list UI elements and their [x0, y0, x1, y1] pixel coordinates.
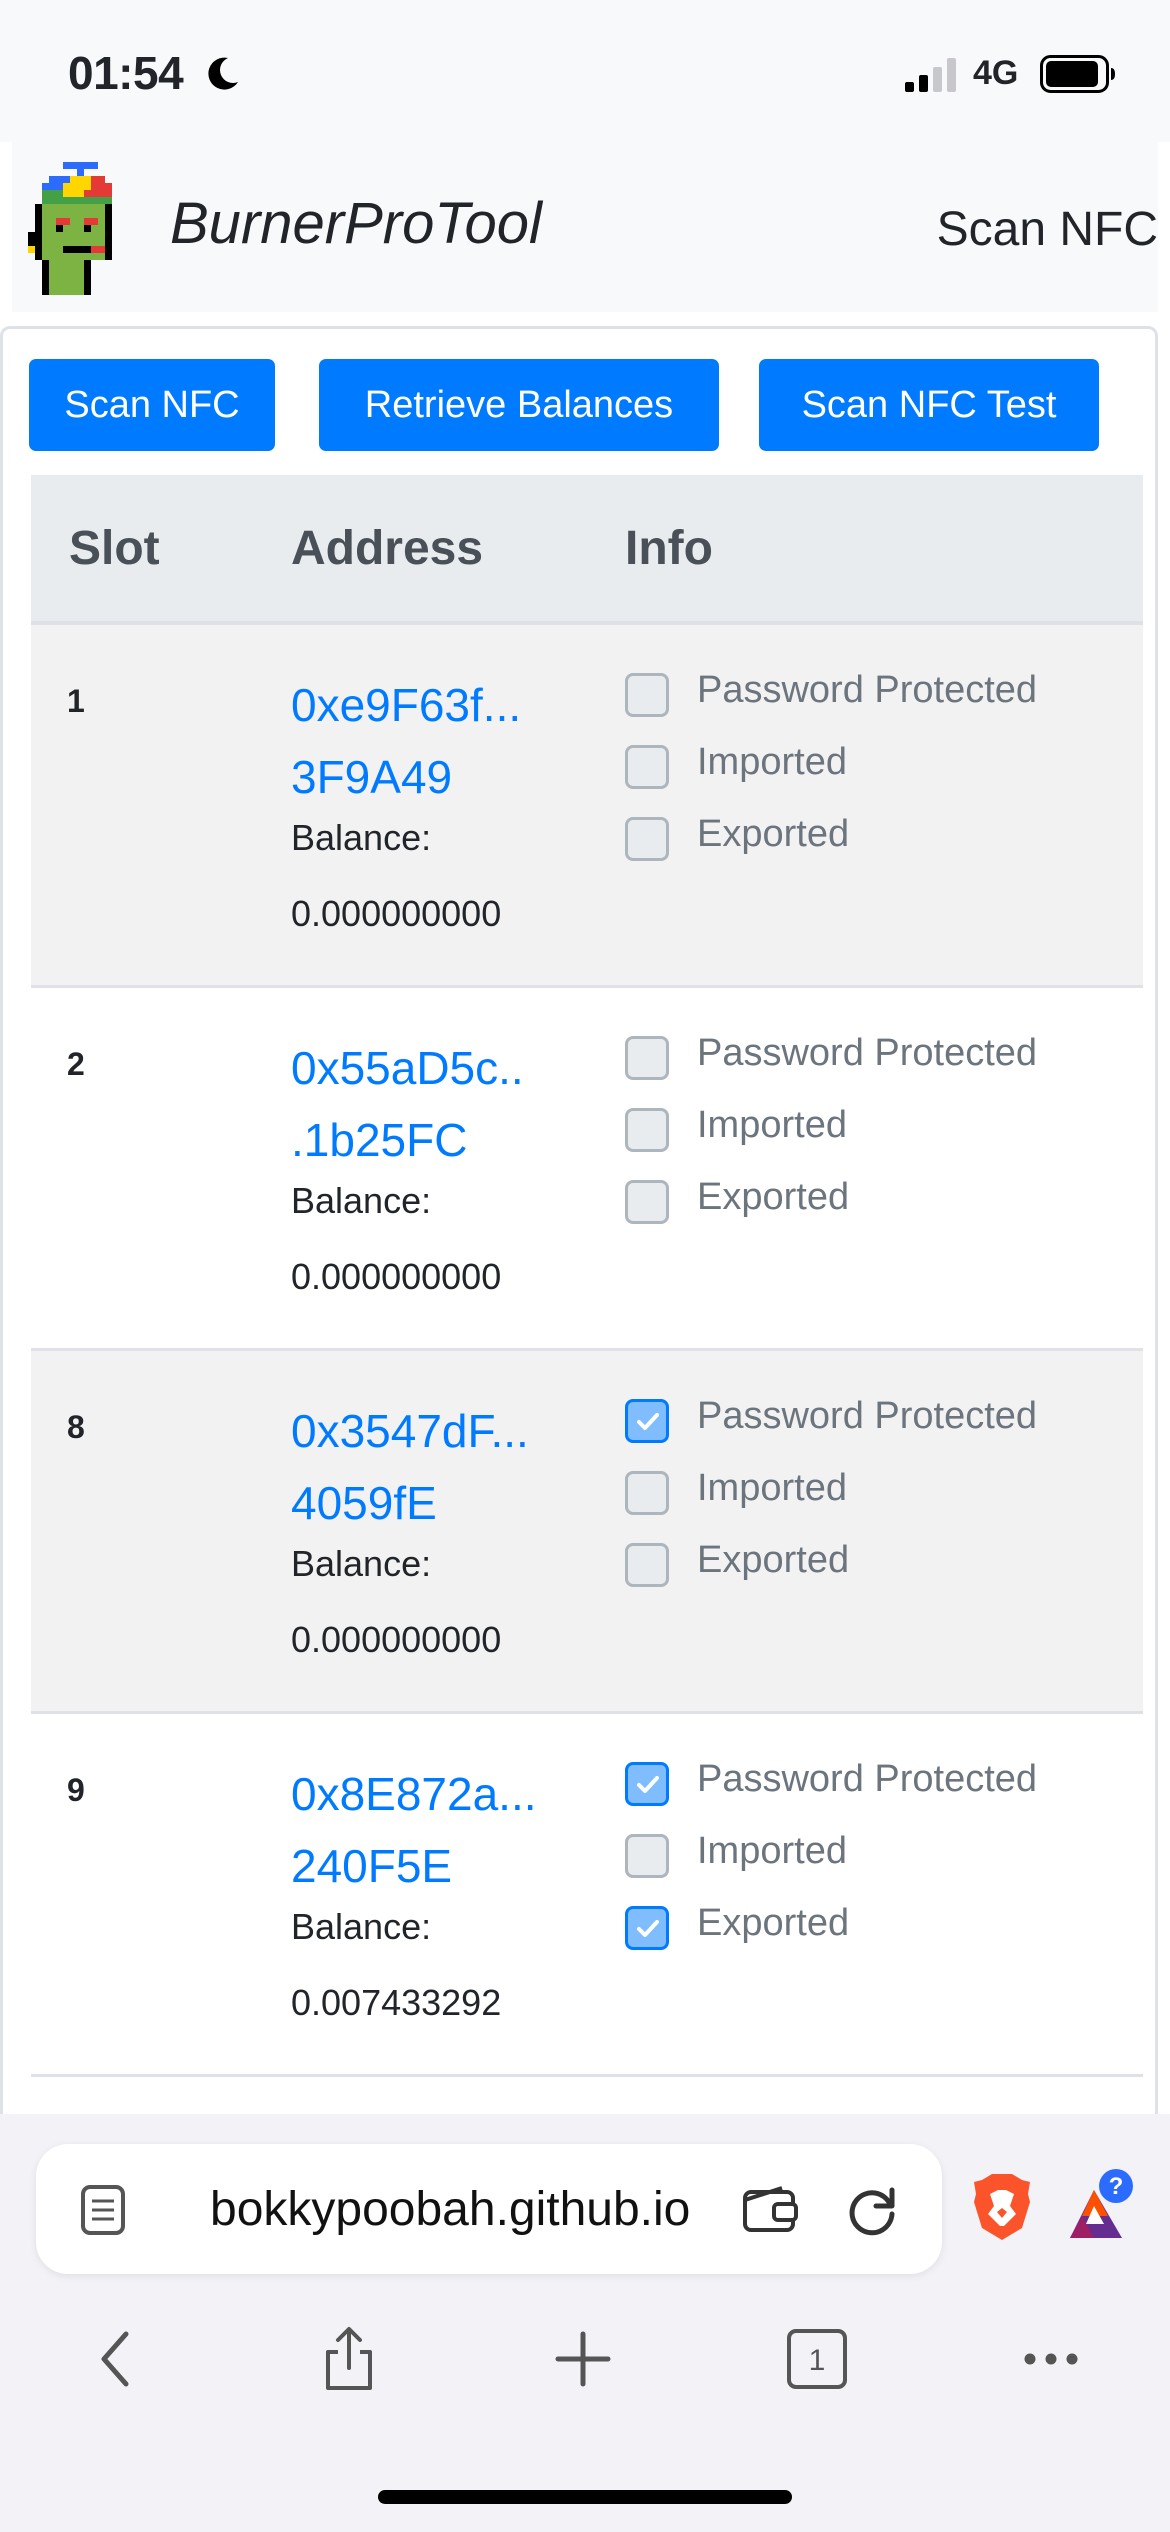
brave-rewards-icon[interactable]: ? [1064, 2168, 1136, 2248]
checkbox-label: Imported [697, 1830, 847, 1872]
checkbox-label: Exported [697, 1176, 850, 1218]
checkbox-label: Imported [697, 1467, 847, 1509]
brand-title[interactable]: BurnerProTool [170, 190, 542, 257]
address-line[interactable]: 4059fE [291, 1467, 591, 1539]
nav-scan-nfc-link[interactable]: Scan NFC [937, 202, 1158, 257]
rewards-badge: ? [1109, 2173, 1124, 2200]
address-link[interactable]: 0x8E872a... 240F5E [291, 1758, 591, 1902]
address-line[interactable]: 0xe9F63f... [291, 669, 591, 741]
imported-checkbox[interactable] [625, 745, 669, 789]
signal-icon [905, 58, 956, 92]
pixel-punk-logo[interactable] [28, 162, 140, 302]
slot-number: 1 [67, 683, 85, 719]
header-address: Address [291, 522, 484, 575]
address-line[interactable]: .1b25FC [291, 1104, 591, 1176]
scan-nfc-test-button[interactable]: Scan NFC Test [759, 359, 1099, 451]
slot-number: 9 [67, 1772, 85, 1808]
slot-number: 2 [67, 1046, 85, 1082]
address-link[interactable]: 0x55aD5c.. .1b25FC [291, 1032, 591, 1176]
retrieve-balances-button[interactable]: Retrieve Balances [319, 359, 719, 451]
balance-label: Balance: [291, 1543, 432, 1584]
exported-checkbox[interactable] [625, 1906, 669, 1950]
status-bar: 01:54 4G [0, 0, 1170, 142]
table-header: Slot Address Info [31, 475, 1143, 625]
header-info: Info [625, 522, 713, 575]
check-icon [637, 1776, 659, 1793]
header-slot: Slot [69, 522, 160, 575]
exported-checkbox[interactable] [625, 817, 669, 861]
share-icon[interactable] [314, 2324, 384, 2394]
check-icon [637, 1920, 659, 1937]
checkbox-label: Password Protected [697, 669, 1038, 711]
balance-label: Balance: [291, 1906, 432, 1947]
browser-toolbar: bokkypoobah.github.io ? 1 [0, 2114, 1170, 2532]
balance-value: 0.000000000 [291, 893, 502, 934]
checkbox-label: Exported [697, 813, 850, 855]
navbar: BurnerProTool Scan NFC [12, 142, 1158, 312]
balance-value: 0.000000000 [291, 1256, 502, 1297]
battery-icon [1040, 55, 1115, 93]
clock: 01:54 [68, 47, 184, 99]
checkbox-label: Password Protected [697, 1758, 1038, 1800]
main-card: Scan NFC Retrieve Balances Scan NFC Test… [0, 326, 1158, 2132]
table-row: 1 0xe9F63f... 3F9A49 Balance: 0.00000000… [31, 625, 1143, 988]
balance-value: 0.007433292 [291, 1982, 502, 2023]
page-menu-icon[interactable] [80, 2184, 126, 2236]
address-bar[interactable]: bokkypoobah.github.io [36, 2144, 942, 2274]
address-link[interactable]: 0xe9F63f... 3F9A49 [291, 669, 591, 813]
imported-checkbox[interactable] [625, 1834, 669, 1878]
more-icon[interactable] [1016, 2324, 1086, 2394]
checkbox-label: Imported [697, 741, 847, 783]
home-indicator[interactable] [378, 2490, 792, 2504]
tab-count: 1 [809, 2344, 826, 2377]
balance-label: Balance: [291, 1180, 432, 1221]
wallet-icon[interactable] [742, 2184, 798, 2236]
password-protected-checkbox[interactable] [625, 1762, 669, 1806]
balance-value: 0.000000000 [291, 1619, 502, 1660]
address-line[interactable]: 0x8E872a... [291, 1758, 591, 1830]
check-icon [637, 1413, 659, 1430]
address-line[interactable]: 0x55aD5c.. [291, 1032, 591, 1104]
checkbox-label: Password Protected [697, 1032, 1038, 1074]
exported-checkbox[interactable] [625, 1180, 669, 1224]
imported-checkbox[interactable] [625, 1471, 669, 1515]
reload-icon[interactable] [844, 2182, 900, 2238]
tabs-icon[interactable]: 1 [782, 2324, 852, 2394]
table-row: 2 0x55aD5c.. .1b25FC Balance: 0.00000000… [31, 988, 1143, 1351]
table-row: 8 0x3547dF... 4059fE Balance: 0.00000000… [31, 1351, 1143, 1714]
address-link[interactable]: 0x3547dF... 4059fE [291, 1395, 591, 1539]
address-line[interactable]: 3F9A49 [291, 741, 591, 813]
exported-checkbox[interactable] [625, 1543, 669, 1587]
password-protected-checkbox[interactable] [625, 673, 669, 717]
address-line[interactable]: 0x3547dF... [291, 1395, 591, 1467]
checkbox-label: Exported [697, 1902, 850, 1944]
scan-nfc-button[interactable]: Scan NFC [29, 359, 275, 451]
password-protected-checkbox[interactable] [625, 1036, 669, 1080]
new-tab-icon[interactable] [548, 2324, 618, 2394]
network-type: 4G [973, 54, 1019, 92]
checkbox-label: Imported [697, 1104, 847, 1146]
checkbox-label: Exported [697, 1539, 850, 1581]
back-icon[interactable] [82, 2324, 152, 2394]
moon-icon [208, 57, 238, 90]
brave-shield-icon[interactable] [970, 2172, 1034, 2242]
checkbox-label: Password Protected [697, 1395, 1038, 1437]
url-text[interactable]: bokkypoobah.github.io [210, 2182, 690, 2237]
imported-checkbox[interactable] [625, 1108, 669, 1152]
balance-label: Balance: [291, 817, 432, 858]
address-line[interactable]: 240F5E [291, 1830, 591, 1902]
table-row: 9 0x8E872a... 240F5E Balance: 0.00743329… [31, 1714, 1143, 2077]
password-protected-checkbox[interactable] [625, 1399, 669, 1443]
slot-number: 8 [67, 1409, 85, 1445]
